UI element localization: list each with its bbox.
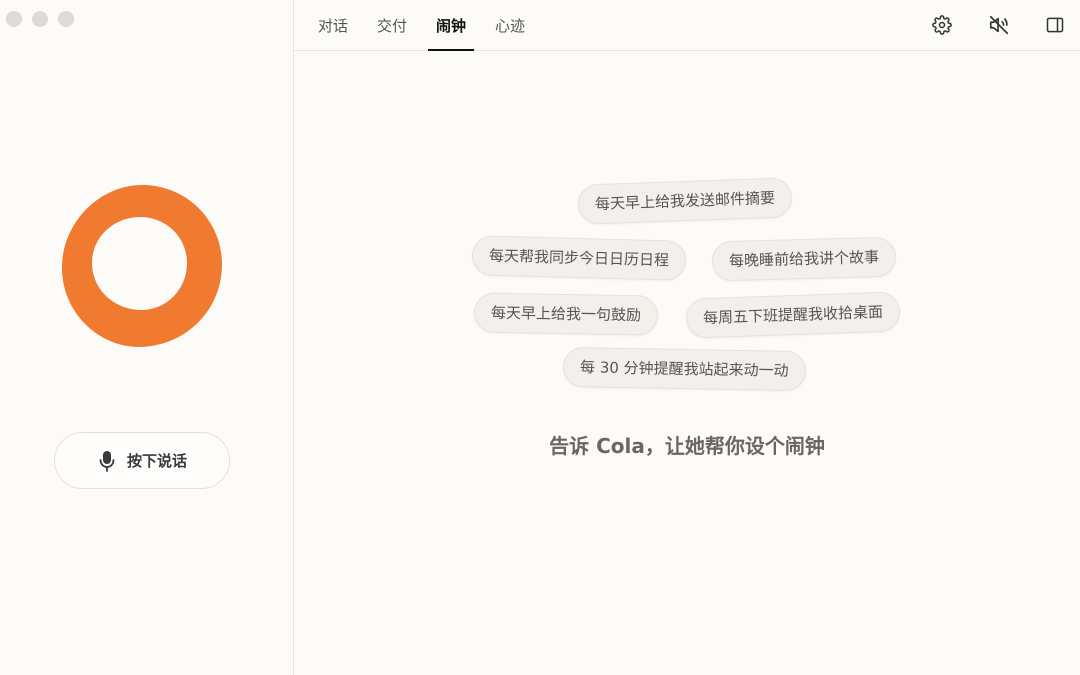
tab-deliver[interactable]: 交付 bbox=[369, 0, 415, 50]
tab-alarm[interactable]: 闹钟 bbox=[428, 0, 475, 51]
assistant-orb bbox=[61, 184, 223, 347]
alarm-prompt-text: 告诉 Cola，让她帮你设个闹钟 bbox=[549, 434, 825, 458]
suggestion-chip[interactable]: 每天早上给我一句鼓励 bbox=[473, 292, 659, 336]
suggestion-chip[interactable]: 每 30 分钟提醒我站起来动一动 bbox=[562, 346, 806, 392]
microphone-icon bbox=[97, 450, 117, 472]
sidebar-toggle-icon[interactable] bbox=[1044, 14, 1066, 36]
tab-bar: 对话 交付 闹钟 心迹 bbox=[310, 0, 546, 51]
minimize-window-button[interactable] bbox=[32, 11, 48, 27]
suggestion-chip[interactable]: 每天早上给我发送邮件摘要 bbox=[577, 177, 793, 225]
suggestion-chip[interactable]: 每晚睡前给我讲个故事 bbox=[711, 236, 897, 282]
suggestion-chip[interactable]: 每天帮我同步今日日历日程 bbox=[471, 235, 687, 281]
maximize-window-button[interactable] bbox=[58, 11, 74, 27]
top-bar: 对话 交付 闹钟 心迹 bbox=[294, 0, 1080, 51]
main-area: 对话 交付 闹钟 心迹 每天早上给我发送邮件摘要 每天帮我同步今日日历日程 每晚… bbox=[294, 0, 1080, 675]
tab-journal[interactable]: 心迹 bbox=[487, 0, 533, 50]
suggestion-chip[interactable]: 每周五下班提醒我收拾桌面 bbox=[685, 291, 901, 339]
push-to-talk-label: 按下说话 bbox=[126, 452, 187, 470]
tab-chat[interactable]: 对话 bbox=[310, 0, 356, 50]
app-window: 按下说话 对话 交付 闹钟 心迹 每天早上给我发送邮件摘要 每天帮我同步今日日历… bbox=[0, 0, 1080, 675]
gear-icon[interactable] bbox=[931, 14, 953, 36]
left-panel: 按下说话 bbox=[0, 0, 294, 675]
close-window-button[interactable] bbox=[6, 11, 22, 27]
orb-ring bbox=[61, 184, 223, 347]
window-controls bbox=[6, 11, 74, 27]
push-to-talk-button[interactable]: 按下说话 bbox=[54, 432, 230, 489]
speaker-muted-icon[interactable] bbox=[988, 14, 1010, 36]
